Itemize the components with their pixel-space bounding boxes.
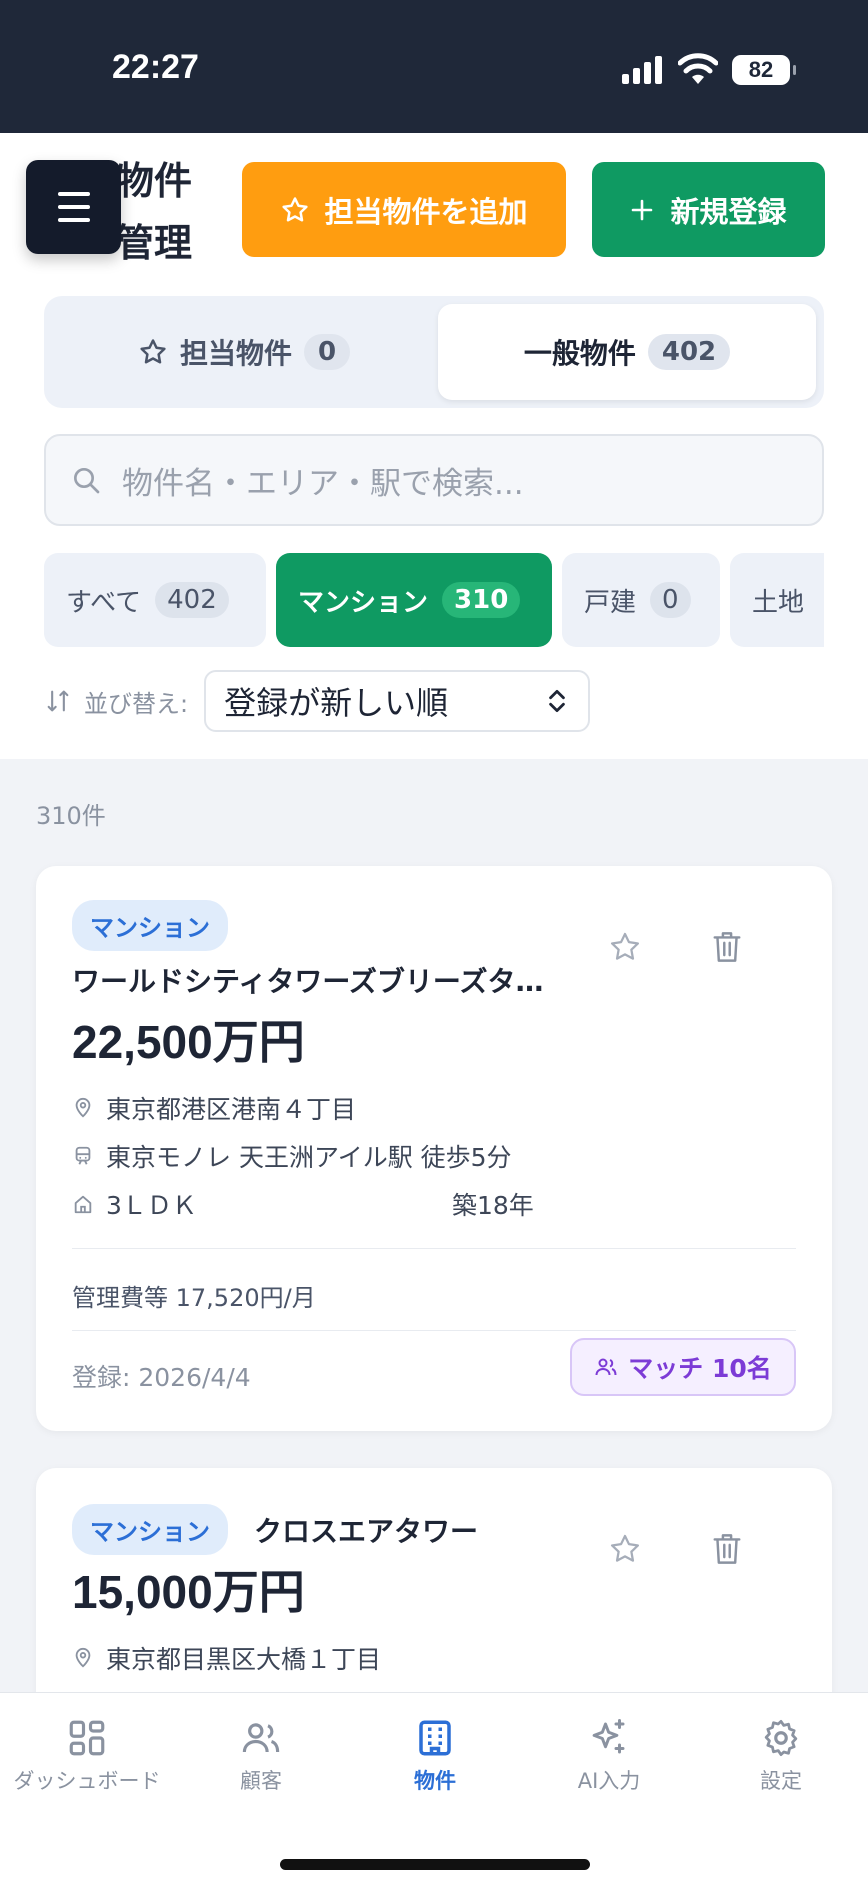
chevron-up-down-icon [549,689,565,713]
filter-chip-label: マンション [298,587,429,618]
property-price: 22,500万円 [72,1016,305,1068]
nav-settings-label: 設定 [760,1769,802,1793]
filter-chip-label: 土地 [752,587,805,618]
filter-chip-count: 310 [442,582,521,618]
nav-properties-label: 物件 [414,1769,456,1793]
star-icon [282,196,309,221]
page-title: 物件管理 [116,159,193,265]
signal-icon [622,56,664,84]
dashboard-grid-icon [69,1720,105,1756]
property-station: 東京モノレ 天王洲アイル駅 徒歩5分 [106,1143,512,1172]
favorite-star-icon[interactable] [608,930,642,964]
nav-ai-input-label: AI入力 [577,1769,641,1793]
tab-assigned-label: 担当物件 [179,337,292,370]
search-placeholder: 物件名・エリア・駅で検索... [122,465,524,502]
filter-chip-land[interactable]: 土地 [730,553,824,647]
property-type-badge: マンション [72,900,228,951]
property-price: 15,000万円 [72,1566,305,1618]
add-assigned-property-button[interactable]: 担当物件を追加 [242,162,566,257]
location-pin-icon [75,1647,91,1668]
sort-label: 並び替え: [84,689,189,718]
search-icon [74,468,100,494]
property-age: 築18年 [452,1191,534,1220]
add-assigned-label: 担当物件を追加 [324,194,528,229]
property-layout: 3ＬＤＫ [106,1191,197,1220]
filter-chip-count: 402 [155,582,229,618]
property-layout-row: 3ＬＤＫ [72,1186,197,1222]
battery-indicator: 82 [732,55,796,85]
nav-customers[interactable]: 顧客 [174,1717,348,1795]
users-icon [242,1723,280,1753]
nav-ai-input[interactable]: AI入力 [522,1717,696,1795]
search-input[interactable]: 物件名・エリア・駅で検索... [44,434,824,526]
property-scope-segment: 担当物件 0 一般物件 402 [44,296,824,408]
sort-row: 並び替え: 登録が新しい順 [44,670,591,732]
property-address-row: 東京都目黒区大橋１丁目 [72,1640,381,1676]
property-name: クロスエアタワー [254,1515,479,1548]
property-type-badge: マンション [72,1504,228,1555]
filter-chip-label: 戸建 [584,587,637,618]
nav-properties[interactable]: 物件 [348,1717,522,1795]
nav-settings[interactable]: 設定 [694,1717,868,1795]
delete-trash-icon[interactable] [712,930,742,964]
location-pin-icon [75,1097,91,1118]
new-register-label: 新規登録 [670,194,787,229]
status-bar: 22:27 82 [0,0,868,133]
status-time: 22:27 [112,48,199,86]
tab-assigned-count: 0 [303,334,351,370]
type-filter-chips: すべて 402 マンション 310 戸建 0 土地 [44,553,824,649]
tab-general-count: 402 [647,334,731,370]
bottom-navigation: ダッシュボード 顧客 物件 AI入力 設定 [0,1692,868,1887]
plus-icon [632,199,653,220]
building-icon [419,1720,451,1756]
nav-dashboard[interactable]: ダッシュボード [0,1717,174,1795]
match-label: マッチ 10名 [628,1354,772,1383]
filter-chip-mansion[interactable]: マンション 310 [276,553,552,647]
nav-customers-label: 顧客 [240,1769,282,1793]
property-station-row: 東京モノレ 天王洲アイル駅 徒歩5分 [72,1138,512,1174]
sort-value: 登録が新しい順 [224,684,449,722]
sort-arrows-icon [47,690,69,712]
nav-dashboard-label: ダッシュボード [13,1769,161,1793]
tab-assigned-properties[interactable]: 担当物件 0 [52,304,436,400]
card-divider [72,1330,796,1331]
wifi-icon [678,53,718,84]
filter-chip-label: すべて [66,587,142,618]
match-customers-button[interactable]: マッチ 10名 [570,1338,796,1396]
registered-date: 登録: 2026/4/4 [72,1363,251,1392]
card-divider [72,1248,796,1249]
users-icon [595,1358,617,1376]
filter-chip-house[interactable]: 戸建 0 [562,553,720,647]
property-name: ワールドシティタワーズブリーズタ… [72,965,544,998]
new-register-button[interactable]: 新規登録 [592,162,825,257]
home-icon [74,1195,92,1214]
filter-chip-all[interactable]: すべて 402 [44,553,266,647]
tab-general-properties[interactable]: 一般物件 402 [438,304,816,400]
property-address-row: 東京都港区港南４丁目 [72,1090,356,1126]
star-icon [140,339,166,364]
sparkles-icon [592,1719,625,1754]
home-indicator [280,1859,590,1870]
result-count: 310件 [36,802,106,830]
sort-select[interactable]: 登録が新しい順 [204,670,591,732]
property-address: 東京都目黒区大橋１丁目 [106,1645,382,1674]
menu-button[interactable] [26,160,121,254]
tab-general-label: 一般物件 [523,337,636,370]
delete-trash-icon[interactable] [712,1532,742,1566]
management-fee: 管理費等 17,520円/月 [72,1284,316,1312]
favorite-star-icon[interactable] [608,1532,642,1566]
property-card[interactable]: マンション ワールドシティタワーズブリーズタ… 22,500万円 東京都港区港南… [36,866,832,1431]
gear-icon [764,1719,798,1757]
filter-chip-count: 0 [650,582,691,618]
property-address: 東京都港区港南４丁目 [106,1095,357,1124]
train-icon [75,1146,91,1165]
